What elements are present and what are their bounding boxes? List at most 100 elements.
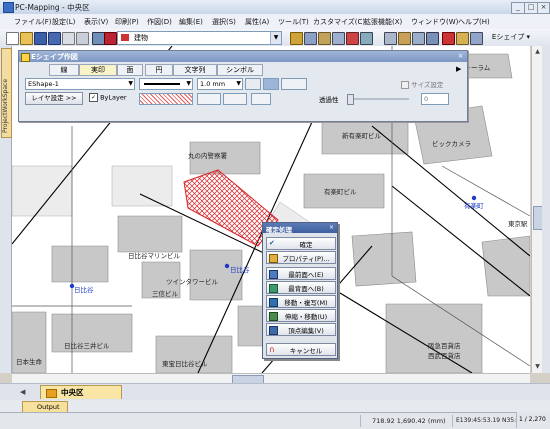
bring-to-front-label: 最前面へ(E) (288, 271, 324, 279)
properties-button[interactable]: プロパティ(P)... (266, 251, 336, 264)
menu-settings[interactable]: 設定(L) (52, 17, 75, 27)
vertex-edit-button[interactable]: 頂点編集(V) (266, 323, 336, 336)
map-label-hibiya-station-1: 日比谷 (74, 286, 94, 294)
project-workspace-tab[interactable]: ProjectWorkSpace (1, 48, 12, 138)
edit-tool-icon[interactable] (318, 32, 331, 45)
send-to-back-button[interactable]: 最背面へ(B) (266, 281, 336, 294)
chevron-down-icon[interactable]: ▼ (128, 79, 133, 89)
move-tool-icon[interactable] (304, 32, 317, 45)
transparency-slider[interactable] (347, 94, 409, 105)
hatch-color-select[interactable] (197, 93, 221, 105)
chevron-down-icon[interactable]: ▼ (236, 79, 241, 89)
close-icon[interactable]: × (456, 52, 465, 60)
scale-move-label: 伸縮・移動(U) (284, 313, 328, 321)
hatch-pattern-select[interactable] (139, 93, 193, 105)
size-setting-label[interactable]: サイズ設定 (401, 79, 443, 89)
scroll-up-icon[interactable]: ▲ (533, 47, 542, 56)
scale-move-button[interactable]: 伸縮・移動(U) (266, 309, 336, 322)
hatch-angle-select[interactable] (223, 93, 247, 105)
chevron-right-icon[interactable]: ▶ (456, 65, 461, 73)
tab-line[interactable]: 線 (49, 64, 79, 76)
menu-print[interactable]: 印刷(P) (115, 17, 139, 27)
save-icon[interactable] (34, 32, 47, 45)
title-bar: PC-Mapping - 中央区 _ □ × (0, 0, 550, 15)
menu-tools[interactable]: ツール(T) (278, 17, 309, 27)
fill-color-button[interactable] (263, 78, 279, 90)
layer-setting-button[interactable]: レイヤ設定 >> (25, 92, 83, 105)
eshape-toolbar-button[interactable]: Eシェイプ ▾ (490, 31, 532, 43)
commit-panel-titlebar[interactable]: 確定処理 × (263, 223, 337, 234)
tab-stamp[interactable]: 実印 (79, 64, 117, 76)
select-tool-icon[interactable] (290, 32, 303, 45)
tab-face[interactable]: 面 (117, 64, 143, 76)
transparency-slider-handle[interactable] (347, 94, 354, 105)
new-file-icon[interactable] (6, 32, 19, 45)
print-icon[interactable] (62, 32, 75, 45)
status-separator (452, 415, 453, 427)
properties-icon (269, 254, 278, 263)
bylayer-checkbox[interactable]: ✓ ByLayer (89, 93, 127, 102)
open-folder-icon[interactable] (20, 32, 33, 45)
zoom-in-icon[interactable] (384, 32, 397, 45)
close-button[interactable]: × (537, 2, 550, 14)
delete-tool-icon[interactable] (346, 32, 359, 45)
layer-icon[interactable] (104, 32, 117, 45)
copy-tool-icon[interactable] (360, 32, 373, 45)
minimize-button[interactable]: _ (511, 2, 525, 14)
color-select[interactable] (245, 78, 261, 90)
preview-icon[interactable] (76, 32, 89, 45)
menu-bar: ファイル(F) 設定(L) 表示(V) 印刷(P) 作図(D) 編集(E) 選択… (0, 14, 550, 30)
tab-symbol[interactable]: シンボル (217, 64, 263, 76)
pan-icon[interactable] (412, 32, 425, 45)
chevron-down-icon[interactable]: ▼ (186, 79, 191, 89)
cancel-button-label: キャンセル (289, 347, 323, 355)
confirm-button[interactable]: ✔ 確定 (266, 237, 336, 250)
table-icon[interactable] (470, 32, 483, 45)
size-setting-text: サイズ設定 (411, 81, 444, 89)
shape-name-value: EShape-1 (28, 80, 59, 88)
menu-draw[interactable]: 作図(D) (147, 17, 172, 27)
commit-panel-title: 確定処理 (266, 226, 292, 234)
transparency-value[interactable]: 0 (421, 93, 449, 105)
menu-extensions[interactable]: 拡張機能(X) (364, 17, 402, 27)
cancel-button[interactable]: ∩ キャンセル (266, 343, 336, 356)
vertex-tool-icon[interactable] (332, 32, 345, 45)
menu-file[interactable]: ファイル(F) (14, 17, 52, 27)
menu-select[interactable]: 選択(S) (212, 17, 236, 27)
map-label-toho: 東宝日比谷ビル (162, 360, 208, 368)
pattern-select[interactable] (281, 78, 307, 90)
line-style-select[interactable]: ▼ (139, 78, 193, 90)
send-back-icon (269, 284, 278, 293)
tab-scroll-left-icon[interactable]: ◀ (20, 388, 25, 396)
chevron-down-icon[interactable]: ▼ (270, 32, 281, 44)
station-marker-hibiya-1 (224, 263, 230, 269)
menu-window[interactable]: ウィンドウ(W) (411, 17, 458, 27)
eshape-dialog-titlebar[interactable]: Eシェイプ作図 × (19, 51, 467, 62)
hatch-spacing-select[interactable] (251, 93, 271, 105)
menu-attribute[interactable]: 属性(A) (245, 17, 269, 27)
shape-name-select[interactable]: EShape-1 ▼ (25, 78, 135, 90)
line-width-select[interactable]: 1.0 mm ▼ (197, 78, 243, 90)
tab-circle[interactable]: 円 (145, 64, 173, 76)
document-tab-chuo[interactable]: 中央区 (40, 385, 122, 399)
layer-select[interactable]: 建物 ▼ (117, 31, 282, 45)
attribute-icon[interactable] (456, 32, 469, 45)
menu-view[interactable]: 表示(V) (84, 17, 108, 27)
maximize-button[interactable]: □ (524, 2, 538, 14)
save-all-icon[interactable] (48, 32, 61, 45)
map-label-hibiya-station-2: 日比谷 (230, 266, 250, 274)
tab-text[interactable]: 文字列 (173, 64, 217, 76)
fit-icon[interactable] (426, 32, 439, 45)
menu-help[interactable]: ヘルプ(H) (458, 17, 490, 27)
menu-customize[interactable]: カスタマイズ(C) (313, 17, 365, 27)
menu-edit[interactable]: 編集(E) (179, 17, 203, 27)
size-setting-checkbox[interactable] (401, 81, 409, 89)
zoom-out-icon[interactable] (398, 32, 411, 45)
move-copy-button[interactable]: 移動・複写(M) (266, 295, 336, 308)
scroll-down-icon[interactable]: ▼ (533, 362, 542, 371)
eshape-dialog: Eシェイプ作図 × 線 実印 面 円 文字列 シンボル ▶ EShape-1 ▼… (18, 50, 468, 122)
bring-to-front-button[interactable]: 最前面へ(E) (266, 267, 336, 280)
close-icon[interactable]: × (328, 224, 335, 231)
layer-manager-icon[interactable] (442, 32, 455, 45)
vertex-icon (269, 326, 278, 335)
